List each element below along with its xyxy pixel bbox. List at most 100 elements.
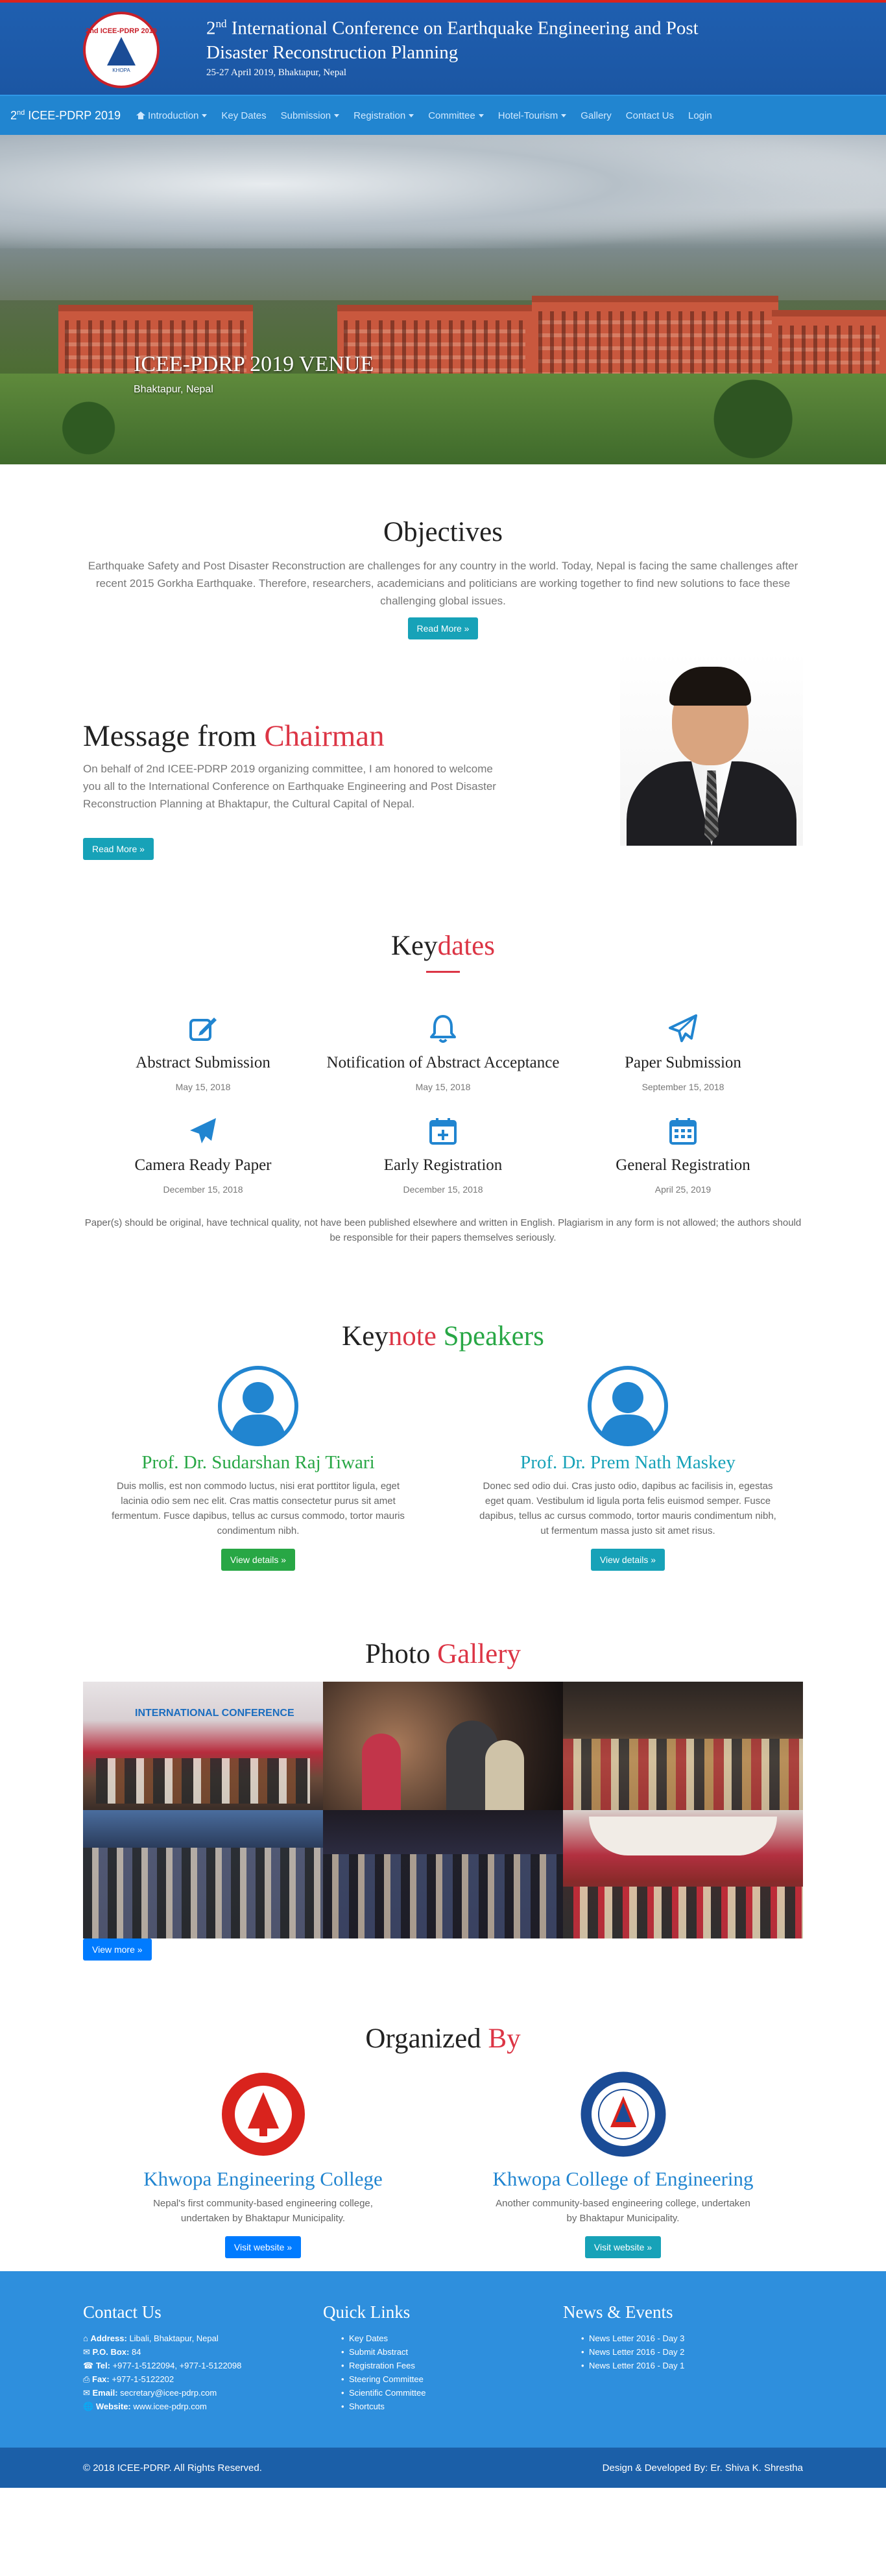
conference-date-place: 25-27 April 2019, Bhaktapur, Nepal: [206, 67, 347, 78]
nav-key-dates[interactable]: Key Dates: [221, 110, 266, 121]
title-line2: Disaster Reconstruction Planning: [206, 42, 459, 63]
hero-caption-subtitle: Bhaktapur, Nepal: [134, 384, 213, 395]
college-seal-icon: [579, 2070, 667, 2158]
speaker-bio: Donec sed odio dui. Cras justo odio, dap…: [479, 1481, 776, 1536]
organizers-grid: Khwopa Engineering College Nepal's first…: [83, 2070, 803, 2258]
gallery-title: Photo Gallery: [83, 1638, 803, 1670]
objectives-read-more-button[interactable]: Read More »: [407, 617, 479, 639]
keynote-speakers-section: Keynote Speakers Prof. Dr. Sudarshan Raj…: [83, 1245, 803, 1571]
conference-logo[interactable]: 2nd ICEE-PDRP 2019 KHOPA: [83, 12, 160, 88]
hero-carousel[interactable]: ICEE-PDRP 2019 VENUE Bhaktapur, Nepal: [0, 135, 886, 464]
nav-committee[interactable]: Committee: [428, 110, 484, 121]
organizer-name[interactable]: Khwopa College of Engineering: [443, 2167, 803, 2191]
footer-news-link[interactable]: News Letter 2016 - Day 1: [563, 2359, 803, 2372]
gallery-grid: INTERNATIONAL CONFERENCE: [83, 1682, 803, 1938]
footer-tel: ☎ Tel: +977-1-5122094, +977-1-5122098: [83, 2361, 242, 2370]
developer-credit: Design & Developed By: Er. Shiva K. Shre…: [602, 2462, 803, 2474]
chevron-down-icon: [561, 113, 567, 117]
nav-label: Key Dates: [221, 110, 267, 121]
nav-label: Introduction: [148, 110, 199, 121]
nav-gallery[interactable]: Gallery: [581, 110, 612, 121]
footer-value: secretary@icee-pdrp.com: [117, 2388, 217, 2398]
visit-website-button[interactable]: Visit website »: [584, 2236, 662, 2258]
footer-news: News & Events News Letter 2016 - Day 3 N…: [563, 2302, 803, 2413]
nav-hotel-tourism[interactable]: Hotel-Tourism: [498, 110, 567, 121]
gallery-photo[interactable]: [323, 1682, 563, 1810]
organizer-name[interactable]: Khwopa Engineering College: [83, 2167, 443, 2191]
speaker-name: Prof. Dr. Sudarshan Raj Tiwari: [141, 1452, 375, 1473]
view-details-button[interactable]: View details »: [221, 1549, 296, 1571]
speaker-card: Prof. Dr. Prem Nath Maskey Donec sed odi…: [453, 1365, 803, 1571]
keydate-item: Abstract Submission May 15, 2018: [83, 1012, 323, 1092]
navbar-brand[interactable]: 2nd ICEE-PDRP 2019: [10, 109, 121, 123]
footer-value: www.icee-pdrp.com: [130, 2402, 207, 2411]
chairman-title: Message from Chairman: [83, 719, 385, 754]
footer-links-title: Quick Links: [323, 2302, 411, 2322]
footer-label: Tel:: [95, 2361, 110, 2370]
footer-label: Address:: [90, 2333, 127, 2343]
nav-label: Registration: [353, 110, 406, 121]
keydate-title: Camera Ready Paper: [134, 1156, 272, 1174]
logo-tree-icon: [107, 36, 136, 66]
footer-news-title: News & Events: [563, 2302, 673, 2322]
footer-link[interactable]: Submit Abstract: [323, 2345, 563, 2359]
keydate-title: Paper Submission: [625, 1054, 741, 1071]
footer-link[interactable]: Steering Committee: [323, 2372, 563, 2386]
organizer-card: Khwopa College of Engineering Another co…: [443, 2070, 803, 2258]
site-title: 2nd International Conference on Earthqua…: [206, 12, 790, 65]
keydate-date: December 15, 2018: [163, 1184, 243, 1195]
keydate-item: Notification of Abstract Acceptance May …: [323, 1012, 563, 1092]
nav-login[interactable]: Login: [688, 110, 712, 121]
footer-link[interactable]: Shortcuts: [323, 2400, 563, 2413]
footer-link[interactable]: Key Dates: [323, 2332, 563, 2345]
nav-introduction[interactable]: Introduction: [136, 110, 208, 121]
keydate-item: Paper Submission September 15, 2018: [563, 1012, 803, 1092]
organizer-description: Nepal's first community-based engineerin…: [153, 2198, 373, 2224]
nav-submission[interactable]: Submission: [281, 110, 340, 121]
gallery-banner-text: INTERNATIONAL CONFERENCE: [135, 1708, 294, 1719]
copyright-text: © 2018 ICEE-PDRP. All Rights Reserved.: [83, 2462, 262, 2474]
keydate-title: Notification of Abstract Acceptance: [326, 1054, 560, 1071]
speakers-grid: Prof. Dr. Sudarshan Raj Tiwari Duis moll…: [83, 1365, 803, 1571]
keydate-title: Early Registration: [383, 1156, 503, 1174]
gallery-photo[interactable]: [563, 1810, 803, 1938]
view-more-button[interactable]: View more »: [83, 1938, 152, 1961]
footer-value: +977-1-5122094, +977-1-5122098: [110, 2361, 242, 2370]
edit-icon: [83, 1012, 323, 1045]
footer-value: +977-1-5122202: [109, 2374, 174, 2384]
footer-link[interactable]: Scientific Committee: [323, 2386, 563, 2400]
keydate-item: Early Registration December 15, 2018: [323, 1114, 563, 1195]
keydate-item: Camera Ready Paper December 15, 2018: [83, 1114, 323, 1195]
gallery-photo[interactable]: [323, 1810, 563, 1938]
gallery-photo[interactable]: INTERNATIONAL CONFERENCE: [83, 1682, 323, 1810]
college-seal-icon: [219, 2070, 307, 2158]
nav-contact-us[interactable]: Contact Us: [626, 110, 674, 121]
footer-news-link[interactable]: News Letter 2016 - Day 2: [563, 2345, 803, 2359]
home-icon: [136, 112, 146, 119]
calendar-plus-icon: [323, 1114, 563, 1148]
footer-news-link[interactable]: News Letter 2016 - Day 3: [563, 2332, 803, 2345]
footer-link[interactable]: Registration Fees: [323, 2359, 563, 2372]
title-prefix: 2: [206, 18, 216, 39]
nav-label: Gallery: [581, 110, 612, 121]
organized-by-section: Organized By Khwopa Engineering College …: [83, 1961, 803, 2258]
chevron-down-icon: [202, 113, 208, 117]
visit-website-button[interactable]: Visit website »: [224, 2236, 302, 2258]
chairman-read-more-button[interactable]: Read More »: [83, 838, 154, 860]
footer-email[interactable]: ✉ Email: secretary@icee-pdrp.com: [83, 2386, 323, 2400]
gallery-more-wrapper: View more »: [83, 1938, 803, 1961]
user-avatar-icon: [587, 1365, 669, 1447]
calendar-icon: [563, 1114, 803, 1148]
gallery-photo[interactable]: [83, 1810, 323, 1938]
brand-rest: ICEE-PDRP 2019: [25, 108, 121, 122]
gallery-photo[interactable]: [563, 1682, 803, 1810]
chairman-section: Message from Chairman On behalf of 2nd I…: [83, 652, 803, 873]
keydates-section: Keydates Abstract Submission May 15, 201…: [83, 873, 803, 1245]
footer-website[interactable]: 🌐 Website: www.icee-pdrp.com: [83, 2400, 323, 2413]
nav-label: Submission: [280, 110, 331, 121]
speakers-title: Keynote Speakers: [83, 1320, 803, 1352]
chairman-photo: [620, 652, 803, 846]
view-details-button[interactable]: View details »: [590, 1549, 665, 1571]
chairman-message: On behalf of 2nd ICEE-PDRP 2019 organizi…: [83, 763, 496, 810]
nav-registration[interactable]: Registration: [353, 110, 414, 121]
